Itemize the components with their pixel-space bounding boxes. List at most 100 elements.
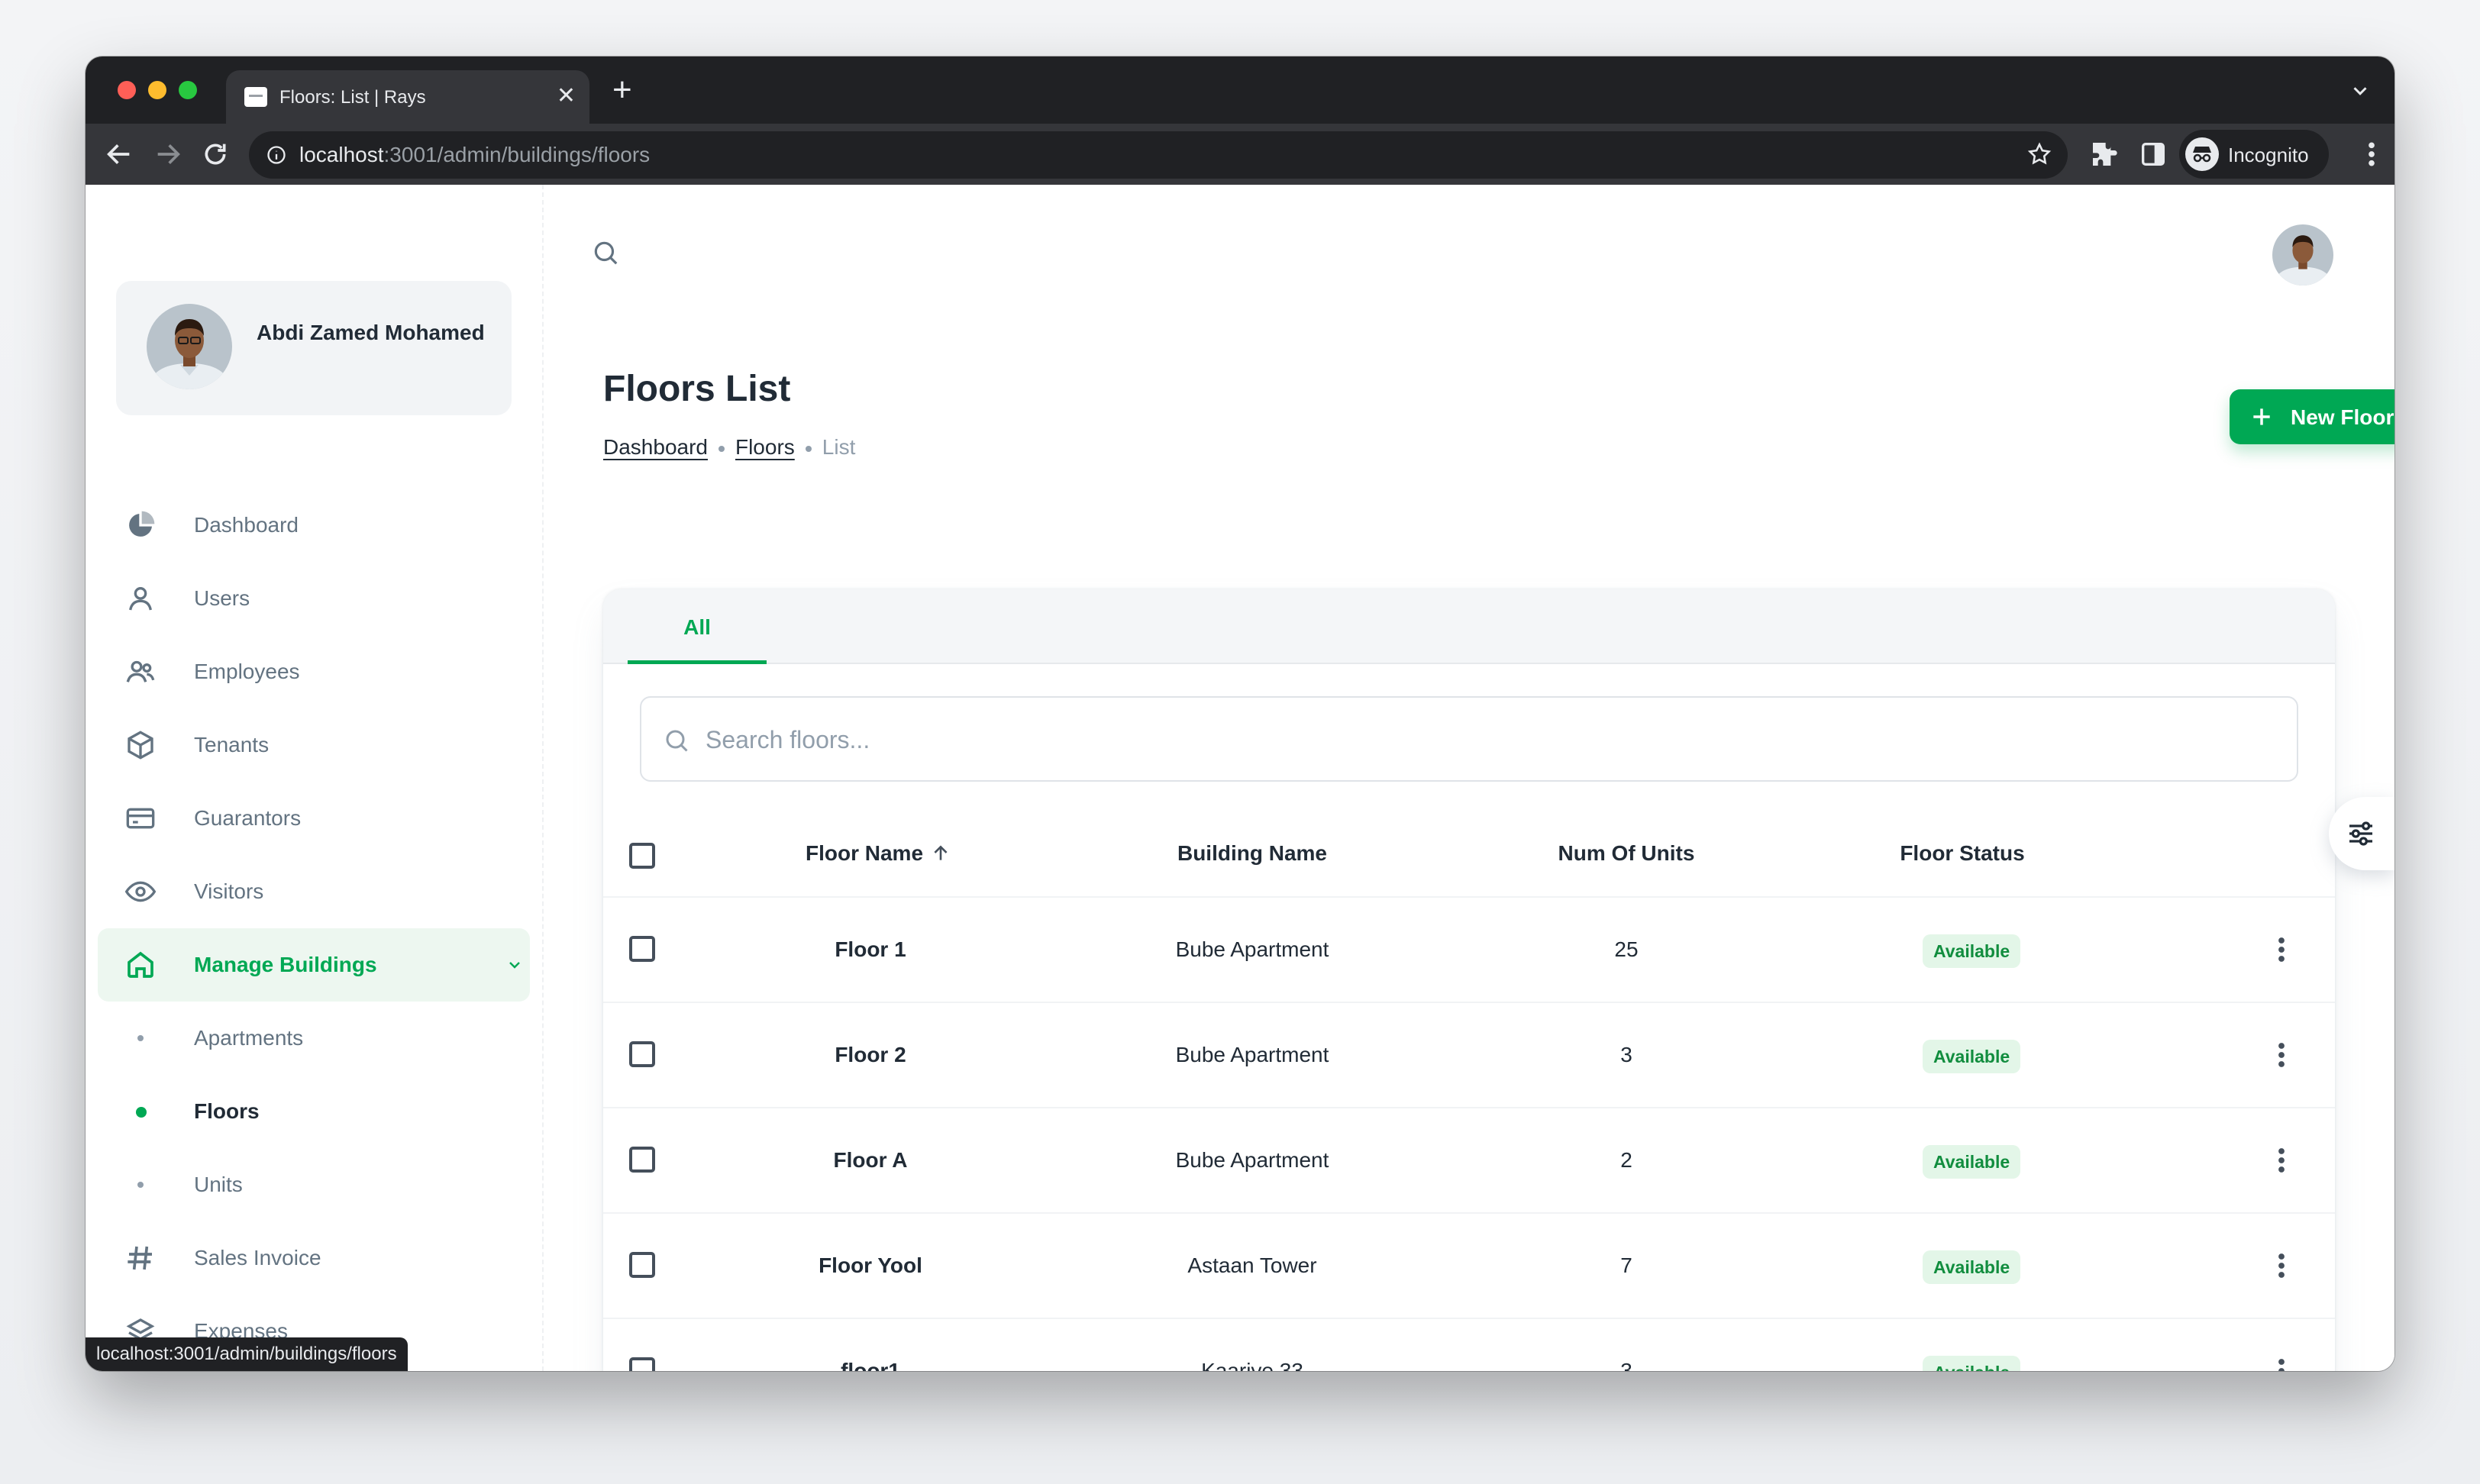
browser-menu-icon[interactable] <box>2365 139 2378 169</box>
maximize-window-button[interactable] <box>179 81 197 99</box>
back-arrow-icon[interactable] <box>104 139 134 169</box>
pie-chart-icon <box>129 511 155 537</box>
forward-arrow-icon[interactable] <box>153 139 183 169</box>
breadcrumb-dashboard[interactable]: Dashboard <box>603 435 708 459</box>
search-icon[interactable] <box>591 238 620 267</box>
sidebar-item-label: Employees <box>194 660 300 683</box>
bullet-dot <box>137 1035 144 1041</box>
table-row[interactable]: floor1 Kaariye 33 3 Available <box>603 1319 2335 1371</box>
info-icon[interactable] <box>266 144 287 166</box>
settings-drawer-button[interactable] <box>2329 797 2394 870</box>
incognito-icon <box>2185 137 2219 171</box>
select-all-checkbox[interactable] <box>629 843 655 869</box>
row-checkbox[interactable] <box>629 1041 655 1067</box>
floor-name-cell: Floor Yool <box>819 1253 922 1277</box>
sidebar-item-label: Tenants <box>194 733 270 757</box>
sidebar-item-users[interactable]: Users <box>98 562 530 635</box>
column-header-floor-status[interactable]: Floor Status <box>1848 841 2077 866</box>
table-row[interactable]: Floor Yool Astaan Tower 7 Available <box>603 1214 2335 1319</box>
tabs-bar: All <box>603 589 2335 664</box>
sidebar-item-sales-invoice[interactable]: Sales Invoice <box>98 1221 530 1295</box>
link-status-bar: localhost:3001/admin/buildings/floors <box>86 1337 408 1371</box>
close-window-button[interactable] <box>118 81 136 99</box>
reload-icon[interactable] <box>200 139 231 169</box>
tab-title: Floors: List | Rays <box>279 87 426 108</box>
num-units-cell: 3 <box>1620 1359 1632 1371</box>
table-row[interactable]: Floor 1 Bube Apartment 25 Available <box>603 898 2335 1003</box>
row-checkbox[interactable] <box>629 936 655 962</box>
url-text: localhost:3001/admin/buildings/floors <box>299 143 651 166</box>
num-units-cell: 7 <box>1620 1253 1632 1277</box>
search-input[interactable] <box>706 718 2156 762</box>
building-name-cell: Bube Apartment <box>1175 937 1329 961</box>
more-vertical-icon[interactable] <box>2277 1356 2286 1371</box>
sidebar-item-label: Floors <box>194 1099 260 1123</box>
bookmark-star-icon[interactable] <box>2026 141 2052 167</box>
column-header-building-name[interactable]: Building Name <box>1138 841 1367 866</box>
new-floor-label: New Floor <box>2291 405 2394 429</box>
table-row[interactable]: Floor 2 Bube Apartment 3 Available <box>603 1003 2335 1108</box>
browser-tab[interactable]: Floors: List | Rays ✕ <box>226 70 589 124</box>
search-floors-field[interactable] <box>640 696 2298 782</box>
floors-table-card: All Floor Name Building Name Num Of Unit… <box>603 589 2335 1371</box>
home-icon <box>128 951 153 978</box>
sidebar-item-apartments[interactable]: Apartments <box>98 1002 530 1075</box>
breadcrumb-separator <box>805 445 812 452</box>
user-icon <box>129 587 152 611</box>
sidebar-item-employees[interactable]: Employees <box>98 635 530 708</box>
status-badge: Available <box>1923 1250 2021 1284</box>
new-tab-button[interactable]: + <box>612 70 632 110</box>
num-units-cell: 3 <box>1620 1043 1632 1066</box>
incognito-profile-button[interactable]: Incognito <box>2179 130 2329 179</box>
breadcrumb-current: List <box>822 435 856 459</box>
tab-close-icon[interactable]: ✕ <box>557 82 576 110</box>
chevron-down-icon[interactable] <box>2349 79 2372 102</box>
sidebar-item-label: Apartments <box>194 1026 304 1050</box>
tab-all[interactable]: All <box>628 589 767 664</box>
breadcrumb: Dashboard Floors List <box>603 435 855 460</box>
column-header-num-of-units[interactable]: Num Of Units <box>1512 841 1741 866</box>
row-checkbox[interactable] <box>629 1357 655 1371</box>
floor-name-cell: Floor 2 <box>835 1043 906 1066</box>
extensions-puzzle-icon[interactable] <box>2089 139 2120 169</box>
sidebar-item-manage-buildings[interactable]: Manage Buildings <box>98 928 530 1002</box>
table-row[interactable]: Floor A Bube Apartment 2 Available <box>603 1108 2335 1214</box>
plus-icon <box>2253 408 2270 425</box>
row-checkbox[interactable] <box>629 1147 655 1173</box>
hash-icon <box>128 1246 152 1270</box>
breadcrumb-floors[interactable]: Floors <box>735 435 795 459</box>
more-vertical-icon[interactable] <box>2277 1040 2286 1070</box>
sidebar-item-units[interactable]: Units <box>98 1148 530 1221</box>
new-floor-button[interactable]: New Floor <box>2230 389 2394 444</box>
more-vertical-icon[interactable] <box>2277 1250 2286 1281</box>
sidebar-item-guarantors[interactable]: Guarantors <box>98 782 530 855</box>
user-card[interactable]: Abdi Zamed Mohamed <box>116 281 512 415</box>
browser-toolbar: localhost:3001/admin/buildings/floors In… <box>86 124 2394 185</box>
more-vertical-icon[interactable] <box>2277 934 2286 965</box>
credit-card-icon <box>126 808 155 829</box>
more-vertical-icon[interactable] <box>2277 1145 2286 1176</box>
side-panel-icon[interactable] <box>2138 139 2168 169</box>
status-badge: Available <box>1923 1145 2021 1179</box>
favicon-icon <box>244 87 267 107</box>
column-header-floor-name[interactable]: Floor Name <box>764 841 993 866</box>
minimize-window-button[interactable] <box>148 81 166 99</box>
sidebar-item-label: Dashboard <box>194 513 299 537</box>
browser-tab-bar: Floors: List | Rays ✕ + <box>86 56 2394 124</box>
building-name-cell: Kaariye 33 <box>1201 1359 1303 1371</box>
page-title: Floors List <box>603 369 791 409</box>
table-header: Floor Name Building Name Num Of Units Fl… <box>603 814 2335 898</box>
num-units-cell: 2 <box>1620 1148 1632 1172</box>
sidebar-item-floors[interactable]: Floors <box>98 1075 530 1148</box>
user-name: Abdi Zamed Mohamed <box>257 321 485 344</box>
row-checkbox[interactable] <box>629 1252 655 1278</box>
sidebar-item-dashboard[interactable]: Dashboard <box>98 489 530 562</box>
chevron-down-icon[interactable] <box>505 956 524 974</box>
sidebar-item-tenants[interactable]: Tenants <box>98 708 530 782</box>
status-badge: Available <box>1923 1356 2021 1371</box>
address-bar[interactable]: localhost:3001/admin/buildings/floors <box>249 131 2068 179</box>
cube-icon <box>128 731 153 760</box>
sliders-icon <box>2349 821 2372 846</box>
sidebar-item-visitors[interactable]: Visitors <box>98 855 530 928</box>
account-avatar[interactable] <box>2272 224 2333 286</box>
